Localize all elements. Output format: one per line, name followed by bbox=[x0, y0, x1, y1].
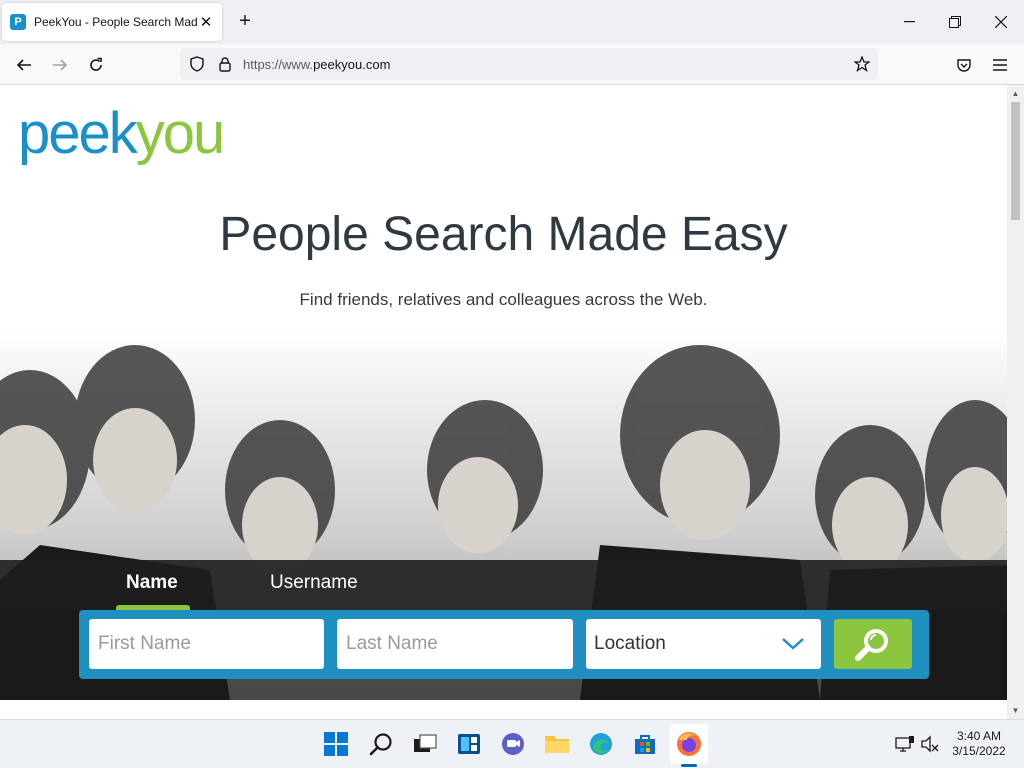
page-subheadline: Find friends, relatives and colleagues a… bbox=[299, 290, 708, 309]
url-prefix: https://www. bbox=[243, 57, 314, 72]
taskbar-search-icon[interactable] bbox=[367, 730, 395, 758]
windows-start-icon[interactable] bbox=[322, 730, 350, 758]
search-icon bbox=[855, 629, 888, 661]
scroll-down-arrow-icon[interactable]: ▼ bbox=[1007, 702, 1024, 719]
minimize-button[interactable] bbox=[886, 8, 932, 36]
first-name-input[interactable] bbox=[89, 619, 324, 669]
peekyou-logo[interactable]: peekyou bbox=[18, 101, 226, 166]
browser-tab-bar: P PeekYou - People Search Made Easy ✕ + bbox=[0, 0, 1024, 44]
file-explorer-icon[interactable] bbox=[543, 730, 571, 758]
teams-chat-icon[interactable] bbox=[499, 730, 527, 758]
network-display-icon[interactable] bbox=[891, 730, 919, 758]
reload-icon[interactable] bbox=[83, 52, 109, 78]
browser-nav-bar: https://www.peekyou.com bbox=[0, 44, 1024, 85]
widgets-icon[interactable] bbox=[455, 730, 483, 758]
search-type-tabs: Name Username bbox=[0, 560, 1007, 610]
forward-arrow-icon[interactable] bbox=[47, 52, 73, 78]
shield-icon[interactable] bbox=[189, 56, 205, 72]
volume-muted-icon[interactable] bbox=[916, 730, 944, 758]
logo-peek: peek bbox=[18, 101, 138, 166]
clock-time: 3:40 AM bbox=[956, 729, 1002, 743]
menu-hamburger-icon[interactable] bbox=[987, 52, 1013, 78]
active-app-indicator bbox=[681, 764, 697, 767]
tab-username[interactable]: Username bbox=[270, 572, 358, 594]
clock-date: 3/15/2022 bbox=[952, 744, 1006, 758]
task-view-icon[interactable] bbox=[411, 730, 439, 758]
peekyou-favicon-icon: P bbox=[10, 14, 26, 30]
search-form: Location bbox=[79, 610, 929, 679]
tab-title: PeekYou - People Search Made Easy bbox=[34, 15, 198, 29]
chevron-down-icon bbox=[781, 635, 805, 657]
lock-icon[interactable] bbox=[217, 56, 233, 72]
page-scrollbar[interactable]: ▲ ▼ bbox=[1007, 85, 1024, 719]
scroll-up-arrow-icon[interactable]: ▲ bbox=[1007, 85, 1024, 102]
tab-name[interactable]: Name bbox=[126, 572, 178, 594]
page-headline: People Search Made Easy bbox=[219, 208, 788, 261]
close-window-button[interactable] bbox=[978, 8, 1024, 36]
address-bar[interactable]: https://www.peekyou.com bbox=[180, 48, 878, 80]
scroll-thumb[interactable] bbox=[1011, 102, 1020, 220]
back-arrow-icon[interactable] bbox=[11, 52, 37, 78]
location-select[interactable]: Location bbox=[586, 619, 821, 669]
browser-tab[interactable]: P PeekYou - People Search Made Easy ✕ bbox=[2, 3, 222, 41]
restore-button[interactable] bbox=[932, 8, 978, 36]
system-clock[interactable]: 3:40 AM 3/15/2022 bbox=[946, 729, 1012, 759]
close-tab-icon[interactable]: ✕ bbox=[198, 13, 214, 31]
windows-taskbar: 3:40 AM 3/15/2022 bbox=[0, 719, 1024, 768]
url-domain: peekyou.com bbox=[313, 57, 391, 72]
microsoft-store-icon[interactable] bbox=[631, 730, 659, 758]
bookmark-star-icon[interactable] bbox=[854, 56, 870, 72]
search-button[interactable] bbox=[834, 619, 912, 669]
last-name-input[interactable] bbox=[337, 619, 573, 669]
edge-browser-icon[interactable] bbox=[587, 730, 615, 758]
firefox-icon[interactable] bbox=[675, 730, 703, 758]
location-select-value: Location bbox=[594, 633, 666, 654]
pocket-icon[interactable] bbox=[951, 52, 977, 78]
logo-you: you bbox=[135, 101, 226, 166]
url-text[interactable]: https://www.peekyou.com bbox=[243, 57, 390, 72]
new-tab-button[interactable]: + bbox=[234, 10, 256, 32]
page-bottom-strip bbox=[0, 700, 1007, 719]
web-page: peekyou People Search Made Easy Find fri… bbox=[0, 85, 1007, 719]
